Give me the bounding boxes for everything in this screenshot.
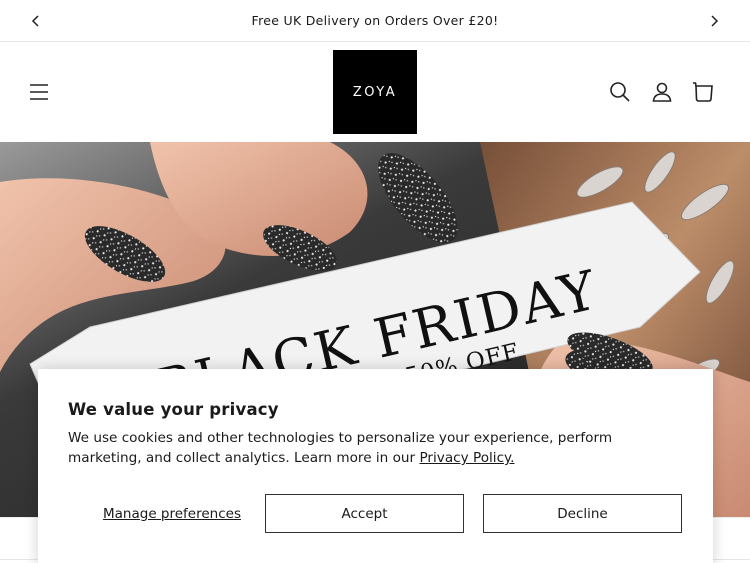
manage-preferences-link[interactable]: Manage preferences — [68, 494, 276, 533]
announcement-prev-button[interactable] — [26, 11, 46, 31]
hamburger-menu-icon — [30, 84, 48, 100]
search-icon — [610, 82, 630, 102]
chevron-left-icon — [31, 15, 39, 27]
privacy-title: We value your privacy — [68, 400, 279, 419]
logo-text: ZOYA — [352, 84, 398, 100]
zoya-logo[interactable]: ZOYA — [333, 50, 417, 134]
announcement-bar: Free UK Delivery on Orders Over £20! — [0, 0, 750, 42]
cart-icon — [693, 82, 713, 102]
accept-button[interactable]: Accept — [265, 494, 464, 533]
privacy-policy-link[interactable]: Privacy Policy. — [419, 450, 514, 466]
menu-button[interactable] — [26, 80, 52, 104]
search-button[interactable] — [608, 80, 632, 104]
decline-button[interactable]: Decline — [483, 494, 682, 533]
cart-button[interactable] — [691, 80, 715, 104]
announcement-text: Free UK Delivery on Orders Over £20! — [251, 13, 499, 28]
site-header: ZOYA — [0, 42, 750, 142]
privacy-banner: We value your privacy We use cookies and… — [38, 369, 713, 563]
announcement-next-button[interactable] — [704, 11, 724, 31]
account-icon — [652, 82, 672, 102]
privacy-actions: Manage preferences Accept Decline — [68, 494, 683, 533]
account-button[interactable] — [650, 80, 674, 104]
chevron-right-icon — [711, 15, 719, 27]
privacy-body-text: We use cookies and other technologies to… — [68, 430, 613, 466]
privacy-body: We use cookies and other technologies to… — [68, 428, 688, 468]
